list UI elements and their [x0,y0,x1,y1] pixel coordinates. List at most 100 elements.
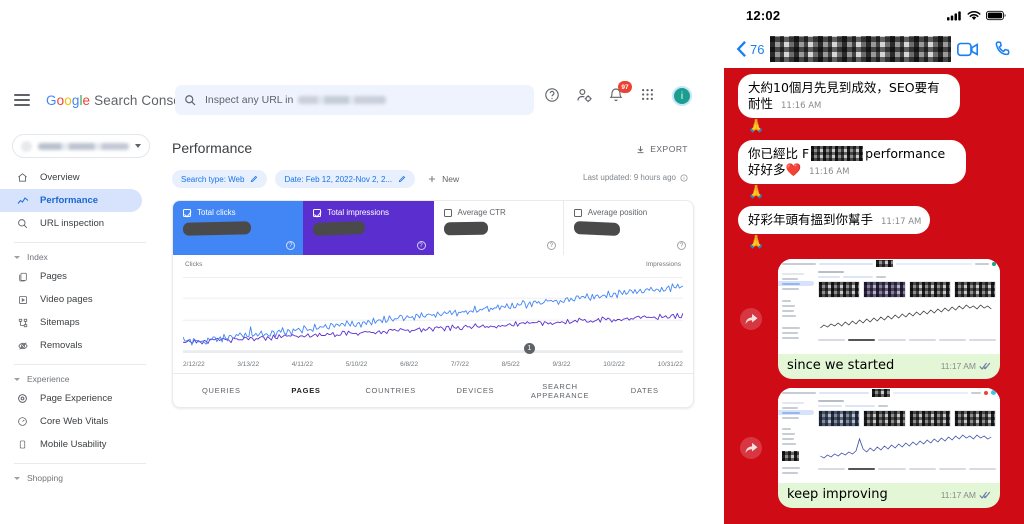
core-web-vitals-icon [16,416,29,427]
message-timestamp: 11:17 AM [940,490,976,500]
message-reaction[interactable]: 🙏 [748,184,1024,200]
info-icon[interactable]: ? [546,241,556,250]
info-icon[interactable]: ? [677,241,686,250]
thumbnail-tabs [818,468,997,470]
tab-dates[interactable]: DATES [602,386,687,395]
add-new-filter-button[interactable]: New [427,174,459,184]
message-timestamp: 11:16 AM [781,101,822,111]
last-updated-label: Last updated: 9 hours ago [583,173,676,182]
tab-devices[interactable]: DEVICES [433,386,518,395]
chart-slider-handle[interactable]: 1 [524,343,535,354]
chart-y-axis-right-label: Impressions [645,261,681,268]
phone-call-icon[interactable] [993,40,1012,59]
tab-countries[interactable]: COUNTRIES [348,386,433,395]
gsc-topbar-actions: 97 i [544,81,692,106]
x-tick-label: 4/11/22 [291,361,313,368]
sidebar-item-label: Video pages [40,294,93,305]
mobile-usability-icon [16,439,29,450]
incoming-message-bubble[interactable]: 你已經比 Fperformance 好好多❤️ 11:16 AM [738,140,966,184]
forward-arrow-icon[interactable] [740,437,762,459]
performance-tabs: QUERIES PAGES COUNTRIES DEVICES SEARCH A… [173,373,693,407]
thumbnail-chart-svg [820,434,992,459]
thumbnail-chart [818,430,996,464]
sidebar-group-shopping[interactable]: Shopping [0,470,160,486]
filter-chip-date[interactable]: Date: Feb 12, 2022-Nov 2, 2... [275,170,416,188]
message-attachment-screenshot[interactable] [778,388,1000,483]
sidebar-item-label: URL inspection [40,218,105,229]
message-meta: 11:17 AM [941,361,991,371]
sidebar-group-index[interactable]: Index [0,249,160,265]
battery-icon [986,10,1006,20]
export-button[interactable]: EXPORT [636,144,688,154]
metric-checkbox[interactable] [313,208,322,217]
incoming-message-bubble[interactable]: 大約10個月先見到成效，SEO要有耐性 11:16 AM [738,74,960,118]
sidebar-item-removals[interactable]: Removals [0,334,142,357]
sidebar-item-sitemaps[interactable]: Sitemaps [0,311,142,334]
message-meta: 11:17 AM [941,490,991,500]
metric-label: Total impressions [327,208,390,217]
notification-bell-icon[interactable]: 97 [608,81,632,105]
message-attachment-screenshot[interactable] [778,259,1000,354]
chart-svg [182,277,684,353]
metric-checkbox[interactable] [183,208,191,217]
sidebar-item-video-pages[interactable]: Video pages [0,288,142,311]
metric-value-redacted [443,221,488,236]
metric-card-total-clicks[interactable]: Total clicks ? [173,201,304,255]
info-icon[interactable]: ? [286,241,296,250]
outgoing-message-bubble[interactable]: keep improving 11:17 AM [778,388,1000,508]
metric-label: Total clicks [197,208,236,217]
read-receipt-icon [979,362,991,370]
sidebar-group-label: Experience [27,374,70,384]
metric-checkbox[interactable] [573,208,582,217]
slider-value: 1 [527,345,532,352]
message-reaction[interactable]: 🙏 [748,118,1024,134]
forward-arrow-icon[interactable] [740,308,762,330]
info-icon[interactable]: ? [416,241,426,250]
sidebar-item-url-inspection[interactable]: URL inspection [0,212,142,235]
metric-checkbox[interactable] [443,208,452,217]
apps-grid-icon[interactable] [640,87,658,105]
contact-name-redacted[interactable] [770,36,951,62]
sidebar-item-core-web-vitals[interactable]: Core Web Vitals [0,410,142,433]
sidebar-item-performance[interactable]: Performance [0,189,142,212]
message-text: since we started [787,358,895,373]
chat-message-list[interactable]: 大約10個月先見到成效，SEO要有耐性 11:16 AM 🙏 你已經比 Fperf… [724,68,1024,524]
sidebar-item-pages[interactable]: Pages [0,265,142,288]
sidebar-group-experience[interactable]: Experience [0,371,160,387]
sidebar-group-label: Index [27,252,48,262]
property-name-redacted [38,142,129,150]
chart-series-clicks [182,312,684,345]
url-inspection-search-bar[interactable]: Inspect any URL in [175,85,534,115]
message-reaction[interactable]: 🙏 [748,234,1024,250]
metric-card-average-ctr[interactable]: Average CTR ? [434,201,564,255]
chevron-left-icon [736,40,746,58]
metric-card-average-position[interactable]: Average position ? [564,201,693,255]
back-button[interactable]: 76 [736,40,764,58]
unread-count: 76 [750,41,765,57]
tab-queries[interactable]: QUERIES [179,386,264,395]
sidebar-item-overview[interactable]: Overview [0,166,142,189]
property-selector[interactable] [12,134,150,158]
avatar[interactable]: i [672,86,692,106]
message-timestamp: 11:17 AM [881,217,922,227]
search-icon [185,95,196,106]
metric-card-total-impressions[interactable]: Total impressions ? [303,201,434,255]
filter-chip-search-type[interactable]: Search type: Web [172,170,268,188]
tab-pages[interactable]: PAGES [264,386,349,395]
outgoing-message-bubble[interactable]: since we started 11:17 AM [778,259,1000,379]
iphone-messages-app: 12:02 76 大約10個月先見到成效，SEO要有耐性11:16 AM � [724,0,1024,524]
metric-value-redacted [183,221,251,236]
sidebar-item-label: Performance [40,195,99,206]
tab-search-appearance[interactable]: SEARCH APPEARANCE [518,382,603,400]
thumbnail-chart [818,301,996,335]
property-favicon [21,140,32,152]
message-text: keep improving [787,487,888,502]
incoming-message-bubble[interactable]: 好彩年頭有搵到你幫手 11:17 AM [738,206,931,234]
sidebar-item-mobile-usability[interactable]: Mobile Usability [0,433,142,456]
search-icon [16,218,29,229]
video-call-icon[interactable] [957,42,979,57]
sidebar-item-page-experience[interactable]: Page Experience [0,387,142,410]
hamburger-menu-icon[interactable] [14,94,30,106]
account-settings-icon[interactable] [576,87,594,105]
help-icon[interactable] [544,87,562,105]
